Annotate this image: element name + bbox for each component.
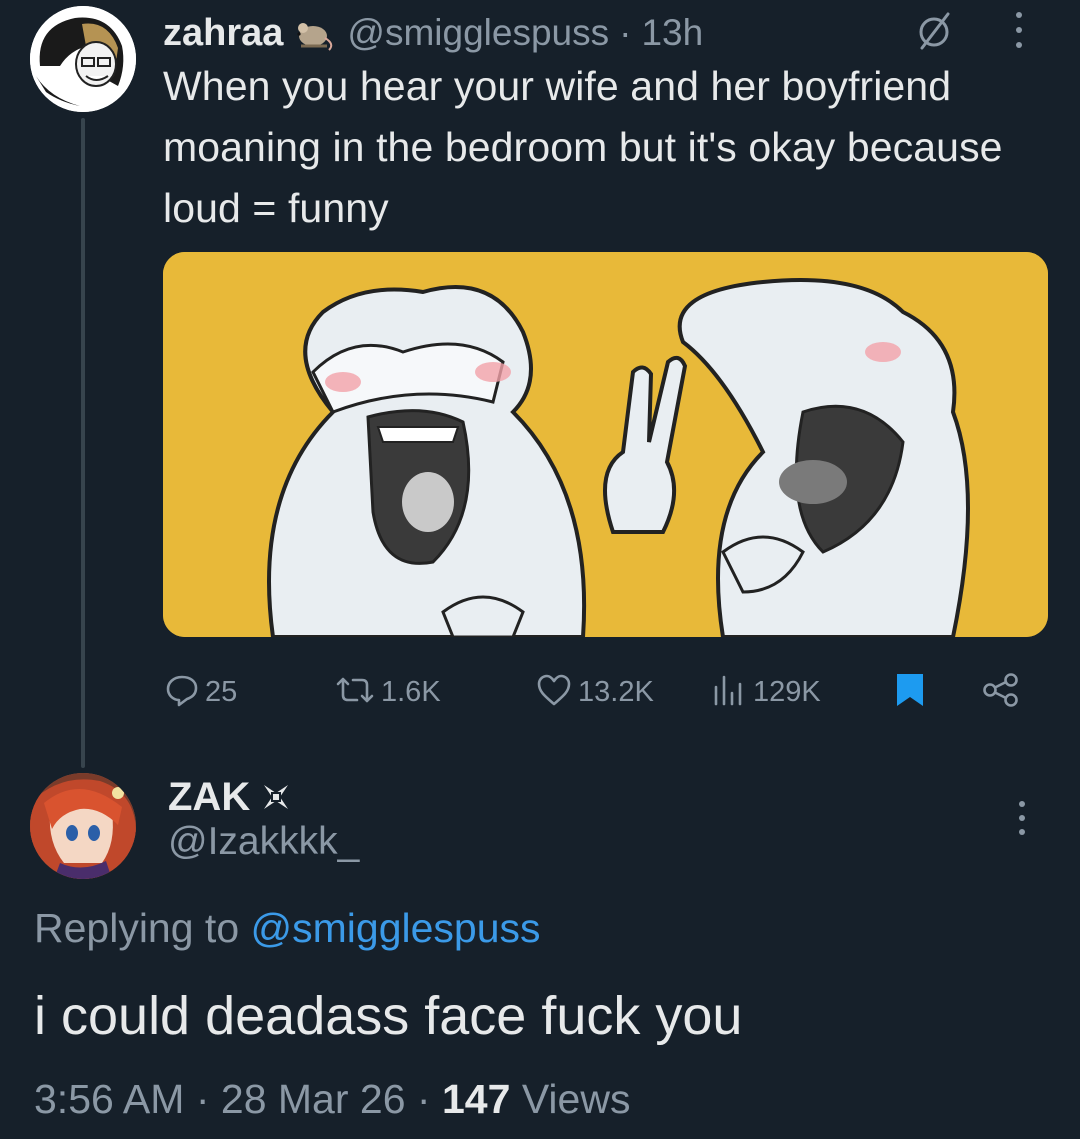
replying-to-label: Replying to [34, 905, 240, 951]
tweet-header: zahraa @smigglespuss · 13h [163, 6, 703, 60]
tweet-action-bar: 25 1.6K 13.2K 129K [163, 668, 1033, 716]
thread-connector-line [81, 118, 85, 768]
views-icon [711, 673, 747, 712]
tweet-text: When you hear your wife and her boyfrien… [163, 63, 1003, 231]
reply-count: 25 [205, 675, 238, 708]
tweet-thread: zahraa @smigglespuss · 13h When you hear… [0, 0, 1080, 1139]
handle[interactable]: @smigglespuss [347, 12, 609, 54]
reply-views-label: Views [521, 1076, 631, 1122]
header-actions [912, 8, 1024, 52]
like-count: 13.2K [578, 675, 654, 708]
share-button[interactable] [981, 668, 1021, 716]
meta-separator: · [416, 1076, 431, 1122]
avatar-zak[interactable] [30, 773, 136, 879]
timestamp[interactable]: 13h [641, 12, 703, 54]
bookmark-icon [893, 672, 927, 713]
no-entry-icon[interactable] [912, 8, 956, 52]
reply-more-icon[interactable] [1017, 797, 1027, 839]
tweet-media-image[interactable] [163, 252, 1048, 637]
reply-button[interactable]: 25 [165, 668, 237, 716]
rat-icon [291, 14, 337, 52]
replying-to: Replying to @smigglespuss [34, 905, 541, 952]
reply-views-count[interactable]: 147 [442, 1076, 510, 1122]
cross-icon [260, 781, 292, 813]
share-icon [981, 672, 1021, 713]
views-count: 129K [753, 675, 821, 708]
reply-time[interactable]: 3:56 AM [34, 1076, 184, 1122]
more-icon[interactable] [1014, 8, 1024, 52]
reply-display-name[interactable]: ZAK [168, 775, 250, 820]
like-icon [536, 673, 572, 712]
reply-handle[interactable]: @Izakkkk_ [168, 820, 359, 864]
meta-separator: · [195, 1076, 210, 1122]
reply-text: i could deadass face fuck you [34, 986, 743, 1046]
repost-icon [335, 673, 375, 712]
display-name[interactable]: zahraa [163, 12, 283, 55]
replying-to-mention[interactable]: @smigglespuss [251, 905, 541, 951]
avatar-zahraa[interactable] [30, 6, 136, 112]
like-button[interactable]: 13.2K [536, 668, 654, 716]
views-button[interactable]: 129K [711, 668, 821, 716]
repost-button[interactable]: 1.6K [335, 668, 441, 716]
reply-icon [165, 673, 199, 712]
reply-date[interactable]: 28 Mar 26 [221, 1076, 406, 1122]
reply-display-name-row: ZAK [168, 770, 292, 824]
bookmark-button[interactable] [893, 668, 927, 716]
reply-meta: 3:56 AM · 28 Mar 26 · 147 Views [34, 1076, 630, 1123]
repost-count: 1.6K [381, 675, 441, 708]
separator-dot: · [619, 12, 632, 53]
